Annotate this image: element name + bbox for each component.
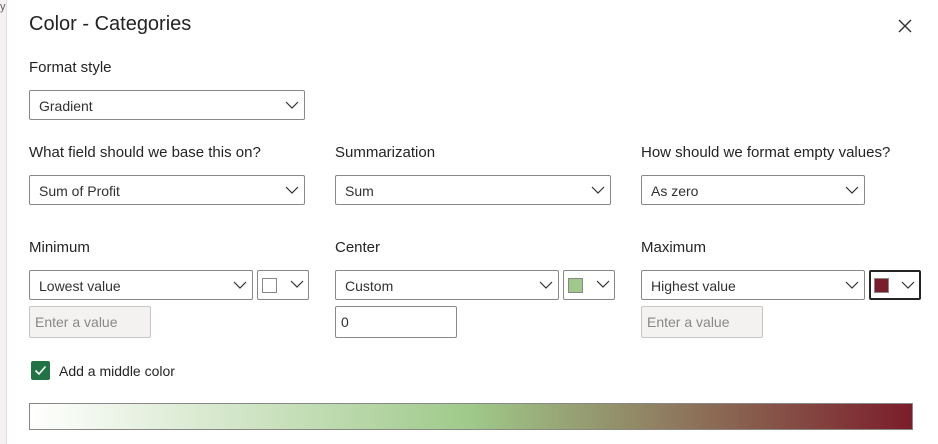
chevron-down-icon	[290, 280, 304, 288]
gradient-preview-bar	[29, 403, 913, 430]
maximum-type-value: Highest value	[651, 278, 736, 294]
maximum-color-picker[interactable]	[869, 270, 921, 300]
maximum-color-swatch	[874, 278, 889, 293]
chevron-down-icon	[901, 281, 915, 289]
chevron-down-icon	[596, 280, 610, 288]
background-panel-edge: y	[0, 0, 7, 444]
empty-values-value: As zero	[651, 183, 699, 199]
base-field-value: Sum of Profit	[39, 183, 120, 199]
base-field-label: What field should we base this on?	[29, 144, 261, 161]
chevron-down-icon	[845, 281, 859, 289]
checkmark-icon	[34, 365, 47, 376]
chevron-down-icon	[845, 186, 859, 194]
chevron-down-icon	[285, 186, 299, 194]
format-style-value: Gradient	[39, 98, 93, 114]
maximum-value-input[interactable]	[641, 306, 763, 338]
maximum-label: Maximum	[641, 239, 707, 256]
maximum-type-dropdown[interactable]: Highest value	[641, 270, 865, 300]
chevron-down-icon	[591, 186, 605, 194]
center-type-value: Custom	[345, 278, 394, 294]
empty-values-label: How should we format empty values?	[641, 144, 891, 161]
chevron-down-icon	[539, 281, 553, 289]
middle-color-checkbox[interactable]	[31, 361, 50, 380]
background-text-fragment: y	[0, 1, 6, 13]
chevron-down-icon	[233, 281, 247, 289]
center-type-dropdown[interactable]: Custom	[335, 270, 559, 300]
middle-color-label[interactable]: Add a middle color	[59, 363, 175, 379]
close-icon	[898, 19, 912, 33]
minimum-type-dropdown[interactable]: Lowest value	[29, 270, 253, 300]
base-field-dropdown[interactable]: Sum of Profit	[29, 175, 305, 205]
minimum-value-input[interactable]	[29, 306, 151, 338]
minimum-type-value: Lowest value	[39, 278, 121, 294]
summarization-value: Sum	[345, 183, 374, 199]
center-value-input[interactable]	[335, 306, 457, 338]
summarization-dropdown[interactable]: Sum	[335, 175, 611, 205]
dialog-title: Color - Categories	[29, 13, 192, 35]
empty-values-dropdown[interactable]: As zero	[641, 175, 865, 205]
summarization-label: Summarization	[335, 144, 436, 161]
center-label: Center	[335, 239, 381, 256]
close-button[interactable]	[893, 14, 917, 38]
minimum-label: Minimum	[29, 239, 90, 256]
center-color-swatch	[568, 278, 583, 293]
minimum-color-picker[interactable]	[257, 270, 309, 300]
chevron-down-icon	[285, 101, 299, 109]
format-style-label: Format style	[29, 59, 112, 76]
format-style-dropdown[interactable]: Gradient	[29, 90, 305, 120]
minimum-color-swatch	[262, 278, 277, 293]
center-color-picker[interactable]	[563, 270, 615, 300]
